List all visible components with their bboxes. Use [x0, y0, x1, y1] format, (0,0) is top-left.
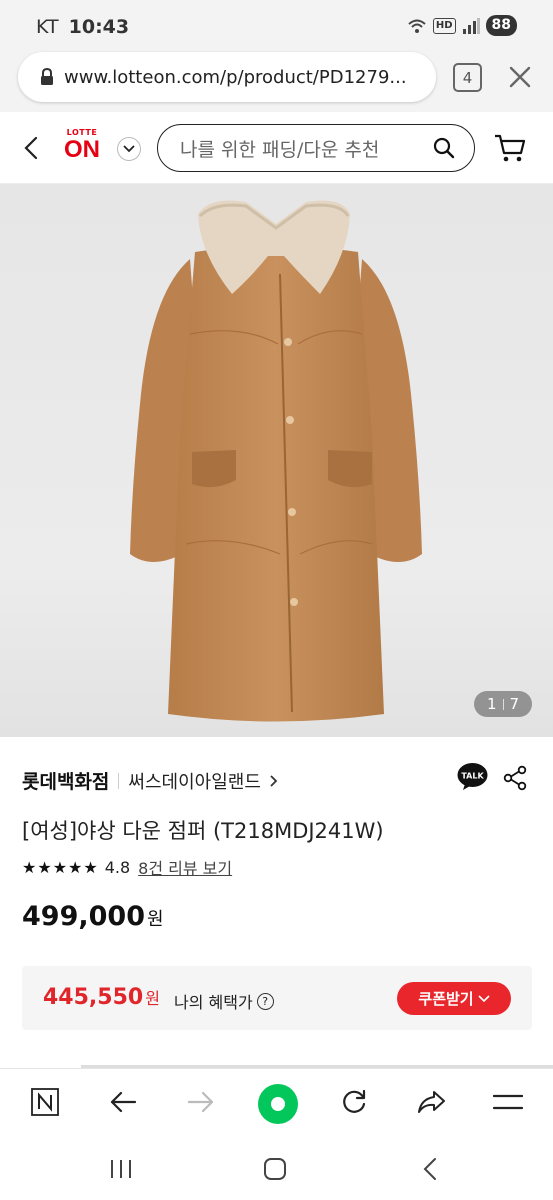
system-home-button[interactable]	[260, 1154, 290, 1184]
url-text: www.lotteon.com/p/product/PD1279...	[64, 66, 407, 88]
forward-arrow-icon	[187, 1091, 214, 1113]
price-unit: 원	[146, 909, 164, 930]
coupon-button-label: 쿠폰받기	[418, 990, 474, 1008]
naver-n-icon	[31, 1088, 59, 1116]
search-placeholder: 나를 위한 패딩/다운 추천	[180, 138, 380, 161]
image-counter-total: 7	[509, 695, 520, 713]
menu-button[interactable]	[491, 1085, 525, 1119]
system-back-icon	[423, 1158, 436, 1180]
image-counter: 1 7	[474, 691, 532, 717]
home-dot-icon	[271, 1097, 285, 1111]
site-header: LOTTE ON 나를 위한 패딩/다운 추천	[0, 112, 553, 184]
share-page-button[interactable]	[414, 1085, 448, 1119]
share-icon[interactable]	[503, 765, 527, 791]
chevron-down-icon	[478, 994, 490, 1002]
product-title: [여성]야상 다운 점퍼 (T218MDJ241W)	[22, 819, 384, 843]
benefit-price-value: 445,550	[43, 985, 144, 1010]
image-counter-current: 1	[486, 695, 497, 713]
hd-voice-icon: HD	[432, 17, 456, 34]
search-icon[interactable]	[432, 136, 456, 160]
hamburger-menu-icon	[493, 1094, 523, 1110]
recent-apps-button[interactable]	[106, 1154, 136, 1184]
share-arrow-icon	[418, 1091, 445, 1113]
price-value: 499,000	[22, 901, 145, 932]
home-button[interactable]	[258, 1084, 298, 1124]
close-icon[interactable]	[504, 61, 536, 93]
brand-divider	[118, 772, 120, 789]
status-bar: KT 10:43 HD 88	[0, 0, 553, 52]
chevron-down-icon	[123, 145, 135, 153]
browser-toolbar	[0, 1068, 553, 1138]
rating-score: 4.8	[104, 857, 131, 877]
back-button[interactable]	[106, 1085, 140, 1119]
benefit-price-unit: 원	[145, 989, 160, 1008]
benefit-price-box: 445,550 원 나의 혜택가 ? 쿠폰받기	[22, 966, 532, 1030]
brand-name[interactable]: 롯데백화점	[22, 767, 109, 794]
lock-icon	[41, 68, 53, 85]
store-link[interactable]: 써스데이아일랜드	[128, 768, 260, 794]
brand-row: 롯데백화점 써스데이아일랜드	[22, 767, 279, 794]
cart-icon[interactable]	[493, 132, 527, 164]
product-image-gallery[interactable]: 1 7	[0, 184, 553, 737]
benefit-label-text: 나의 혜택가	[174, 993, 253, 1012]
wifi-icon	[408, 19, 426, 33]
rating-row: ★★★★★ 4.8 8건 리뷰 보기	[22, 855, 232, 879]
recent-apps-icon	[111, 1160, 131, 1178]
tab-switcher-button[interactable]: 4	[453, 63, 482, 92]
logo-main-text: ON	[64, 136, 100, 163]
image-counter-divider	[502, 698, 504, 710]
benefit-label: 나의 혜택가 ?	[174, 989, 274, 1013]
service-dropdown-button[interactable]	[117, 137, 141, 161]
search-input[interactable]: 나를 위한 패딩/다운 추천	[157, 124, 475, 172]
reload-icon	[343, 1089, 366, 1113]
product-image	[130, 200, 422, 722]
back-arrow-icon[interactable]	[20, 134, 44, 162]
reviews-link[interactable]: 8건 리뷰 보기	[138, 855, 232, 879]
signal-icon	[462, 17, 480, 34]
naver-button[interactable]	[28, 1085, 62, 1119]
reload-button[interactable]	[337, 1085, 371, 1119]
forward-button[interactable]	[184, 1085, 218, 1119]
status-carrier: KT 10:43	[36, 16, 129, 38]
status-icons: HD 88	[407, 15, 517, 36]
address-field[interactable]: www.lotteon.com/p/product/PD1279...	[18, 52, 436, 102]
battery-icon: 88	[485, 15, 517, 36]
help-icon[interactable]: ?	[256, 992, 274, 1010]
system-nav-bar	[0, 1138, 553, 1200]
system-back-button[interactable]	[415, 1154, 445, 1184]
kakao-talk-icon[interactable]: TALK	[457, 763, 488, 791]
carrier-label: KT	[36, 16, 59, 38]
product-price: 499,000 원	[22, 901, 164, 932]
lotteon-logo[interactable]: LOTTE ON	[58, 128, 106, 168]
benefit-price: 445,550 원	[43, 985, 160, 1010]
coupon-download-button[interactable]: 쿠폰받기	[397, 982, 511, 1015]
browser-url-bar: www.lotteon.com/p/product/PD1279... 4	[0, 52, 553, 112]
back-arrow-icon	[110, 1091, 137, 1113]
home-square-icon	[264, 1158, 286, 1180]
rating-stars: ★★★★★	[22, 857, 99, 877]
chevron-right-icon[interactable]	[269, 774, 279, 788]
clock: 10:43	[68, 16, 130, 38]
kakao-talk-label: TALK	[461, 772, 484, 781]
